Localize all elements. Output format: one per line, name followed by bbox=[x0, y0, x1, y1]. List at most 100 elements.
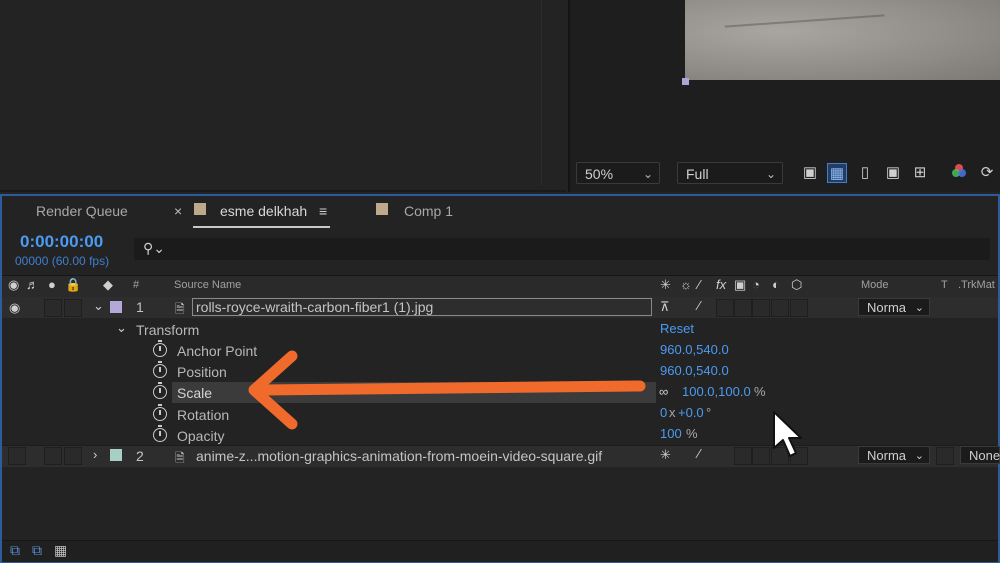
3d-layer-icon[interactable]: ⬡ bbox=[791, 277, 802, 293]
solo-toggle[interactable] bbox=[44, 447, 62, 465]
opacity-label[interactable]: Opacity bbox=[177, 428, 224, 444]
source-name-column-header[interactable]: Source Name bbox=[174, 279, 241, 291]
transform-reset-link[interactable]: Reset bbox=[660, 321, 694, 336]
blend-mode-dropdown[interactable]: Norma ⌄ bbox=[858, 446, 930, 464]
t-column-header[interactable]: T bbox=[941, 279, 948, 291]
motion-blur-switch[interactable] bbox=[752, 299, 770, 317]
audio-icon[interactable]: ♬ bbox=[26, 277, 39, 292]
stopwatch-icon[interactable] bbox=[153, 404, 167, 421]
resolution-dropdown[interactable]: Full ⌄ bbox=[677, 162, 783, 184]
adjustment-switch[interactable] bbox=[771, 299, 789, 317]
3d-switch[interactable] bbox=[790, 299, 808, 317]
quality-switch-icon[interactable]: ∕ bbox=[698, 298, 700, 313]
rotation-revolutions-value[interactable]: 0 bbox=[660, 405, 667, 420]
layer-number: 1 bbox=[136, 299, 144, 315]
stopwatch-icon[interactable] bbox=[153, 340, 167, 357]
layer-column-header bbox=[2, 275, 998, 298]
solo-icon[interactable]: ● bbox=[48, 277, 56, 292]
stopwatch-icon[interactable] bbox=[153, 425, 167, 442]
quality-switch-icon[interactable]: ∕ bbox=[698, 446, 700, 461]
eye-icon[interactable]: ◉ bbox=[8, 277, 19, 293]
project-panel-divider bbox=[541, 0, 542, 186]
magnification-dropdown[interactable]: 50% ⌄ bbox=[576, 162, 660, 184]
visibility-toggle[interactable] bbox=[8, 447, 26, 465]
in-out-duration-toggle-icon[interactable]: ▦ bbox=[54, 542, 67, 559]
rotation-label[interactable]: Rotation bbox=[177, 407, 229, 423]
layer-label-color[interactable] bbox=[110, 449, 122, 461]
track-matte-dropdown[interactable]: None bbox=[960, 446, 1000, 464]
lock-toggle[interactable] bbox=[64, 447, 82, 465]
search-icon: ⚲⌄ bbox=[143, 240, 165, 256]
transform-group-label[interactable]: Transform bbox=[136, 322, 199, 338]
label-tag-icon[interactable]: ◆ bbox=[103, 277, 113, 293]
timeline-bottom-bar bbox=[2, 540, 998, 562]
motion-blur-switch[interactable] bbox=[752, 447, 770, 465]
layer-name[interactable]: rolls-royce-wraith-carbon-fiber1 (1).jpg bbox=[196, 299, 433, 315]
frame-blending-icon[interactable]: ▣ bbox=[734, 277, 746, 293]
color-channels-icon[interactable] bbox=[949, 163, 969, 183]
reset-exposure-icon[interactable]: ⟳ bbox=[977, 163, 997, 183]
transparency-grid-icon[interactable]: ▦ bbox=[827, 163, 847, 183]
guides-icon[interactable]: ⊞ bbox=[910, 163, 930, 183]
active-tab-indicator bbox=[193, 226, 330, 228]
tab-comp-1[interactable]: Comp 1 bbox=[404, 203, 453, 219]
position-value[interactable]: 960.0,540.0 bbox=[660, 363, 729, 378]
layer-switches-toggle-icon[interactable]: ⧉ bbox=[10, 542, 20, 559]
current-time-display[interactable]: 0:00:00:00 bbox=[20, 232, 103, 252]
magnification-value: 50% bbox=[585, 166, 614, 182]
trkmat-column-header[interactable]: .TrkMat bbox=[958, 279, 995, 291]
mouse-cursor-icon bbox=[773, 411, 802, 457]
tab-menu-icon[interactable]: ≡ bbox=[319, 203, 327, 219]
chevron-down-icon[interactable]: ⌄ bbox=[116, 320, 127, 336]
rotation-unit: ° bbox=[706, 405, 712, 420]
chevron-down-icon: ⌄ bbox=[914, 302, 924, 314]
adjustment-layer-icon[interactable]: ◐ bbox=[772, 277, 780, 292]
effects-icon[interactable]: fx bbox=[716, 277, 726, 292]
lock-toggle[interactable] bbox=[64, 299, 82, 317]
link-constrain-icon[interactable]: ∞ bbox=[659, 384, 668, 399]
layer-number: 2 bbox=[136, 448, 144, 464]
chevron-right-icon[interactable]: › bbox=[93, 447, 97, 462]
layer-label-color[interactable] bbox=[110, 301, 122, 313]
tab-esme-delkhah[interactable]: esme delkhah bbox=[220, 203, 307, 219]
layer-bounding-handle[interactable] bbox=[682, 78, 689, 85]
viewer-image[interactable] bbox=[685, 0, 1000, 80]
frame-blend-switch[interactable] bbox=[734, 447, 752, 465]
blend-mode-value: Norma bbox=[867, 300, 907, 315]
shy-switch-icon[interactable]: ⊼ bbox=[660, 299, 670, 315]
visibility-eye-icon[interactable]: ◉ bbox=[9, 300, 20, 316]
rotation-degrees-value[interactable]: +0.0 bbox=[678, 405, 704, 420]
scale-label[interactable]: Scale bbox=[177, 385, 212, 401]
layer-name[interactable]: anime-z...motion-graphics-animation-from… bbox=[196, 448, 602, 464]
frame-count-display: 00000 (60.00 fps) bbox=[15, 254, 110, 268]
mask-path-icon[interactable]: ▯ bbox=[855, 163, 875, 183]
tab-render-queue[interactable]: Render Queue bbox=[36, 203, 128, 219]
transfer-controls-toggle-icon[interactable]: ⧉ bbox=[32, 542, 42, 559]
solo-toggle[interactable] bbox=[44, 299, 62, 317]
file-icon: 🗎 bbox=[175, 302, 185, 316]
quality-icon[interactable]: ∕ bbox=[698, 277, 700, 292]
mode-column-header[interactable]: Mode bbox=[861, 279, 889, 291]
layer-search-input[interactable] bbox=[134, 238, 990, 260]
close-tab-icon[interactable]: × bbox=[174, 203, 182, 219]
collapse-transform-icon[interactable]: ☼ bbox=[680, 277, 692, 292]
frame-blend-switch[interactable] bbox=[734, 299, 752, 317]
blend-mode-dropdown[interactable]: Norma ⌄ bbox=[858, 298, 930, 316]
stopwatch-icon[interactable] bbox=[153, 361, 167, 378]
collapse-switch-icon[interactable]: ✳ bbox=[660, 447, 671, 463]
effects-switch[interactable] bbox=[716, 299, 734, 317]
position-label[interactable]: Position bbox=[177, 364, 227, 380]
region-of-interest-icon[interactable]: ▣ bbox=[883, 163, 903, 183]
resolution-value: Full bbox=[686, 166, 709, 182]
stopwatch-icon[interactable] bbox=[153, 382, 167, 399]
shy-icon[interactable]: ✳ bbox=[660, 277, 671, 293]
scale-value[interactable]: 100.0,100.0 bbox=[682, 384, 751, 399]
anchor-point-value[interactable]: 960.0,540.0 bbox=[660, 342, 729, 357]
lock-icon[interactable]: 🔒 bbox=[65, 277, 81, 293]
chevron-down-icon[interactable]: ⌄ bbox=[93, 298, 104, 314]
motion-blur-icon[interactable]: ◔ bbox=[752, 277, 760, 292]
chevron-down-icon: ⌄ bbox=[765, 167, 776, 181]
opacity-value[interactable]: 100 bbox=[660, 426, 682, 441]
snapshot-icon[interactable]: ▣ bbox=[800, 163, 820, 183]
preserve-transparency-switch[interactable] bbox=[936, 447, 954, 465]
